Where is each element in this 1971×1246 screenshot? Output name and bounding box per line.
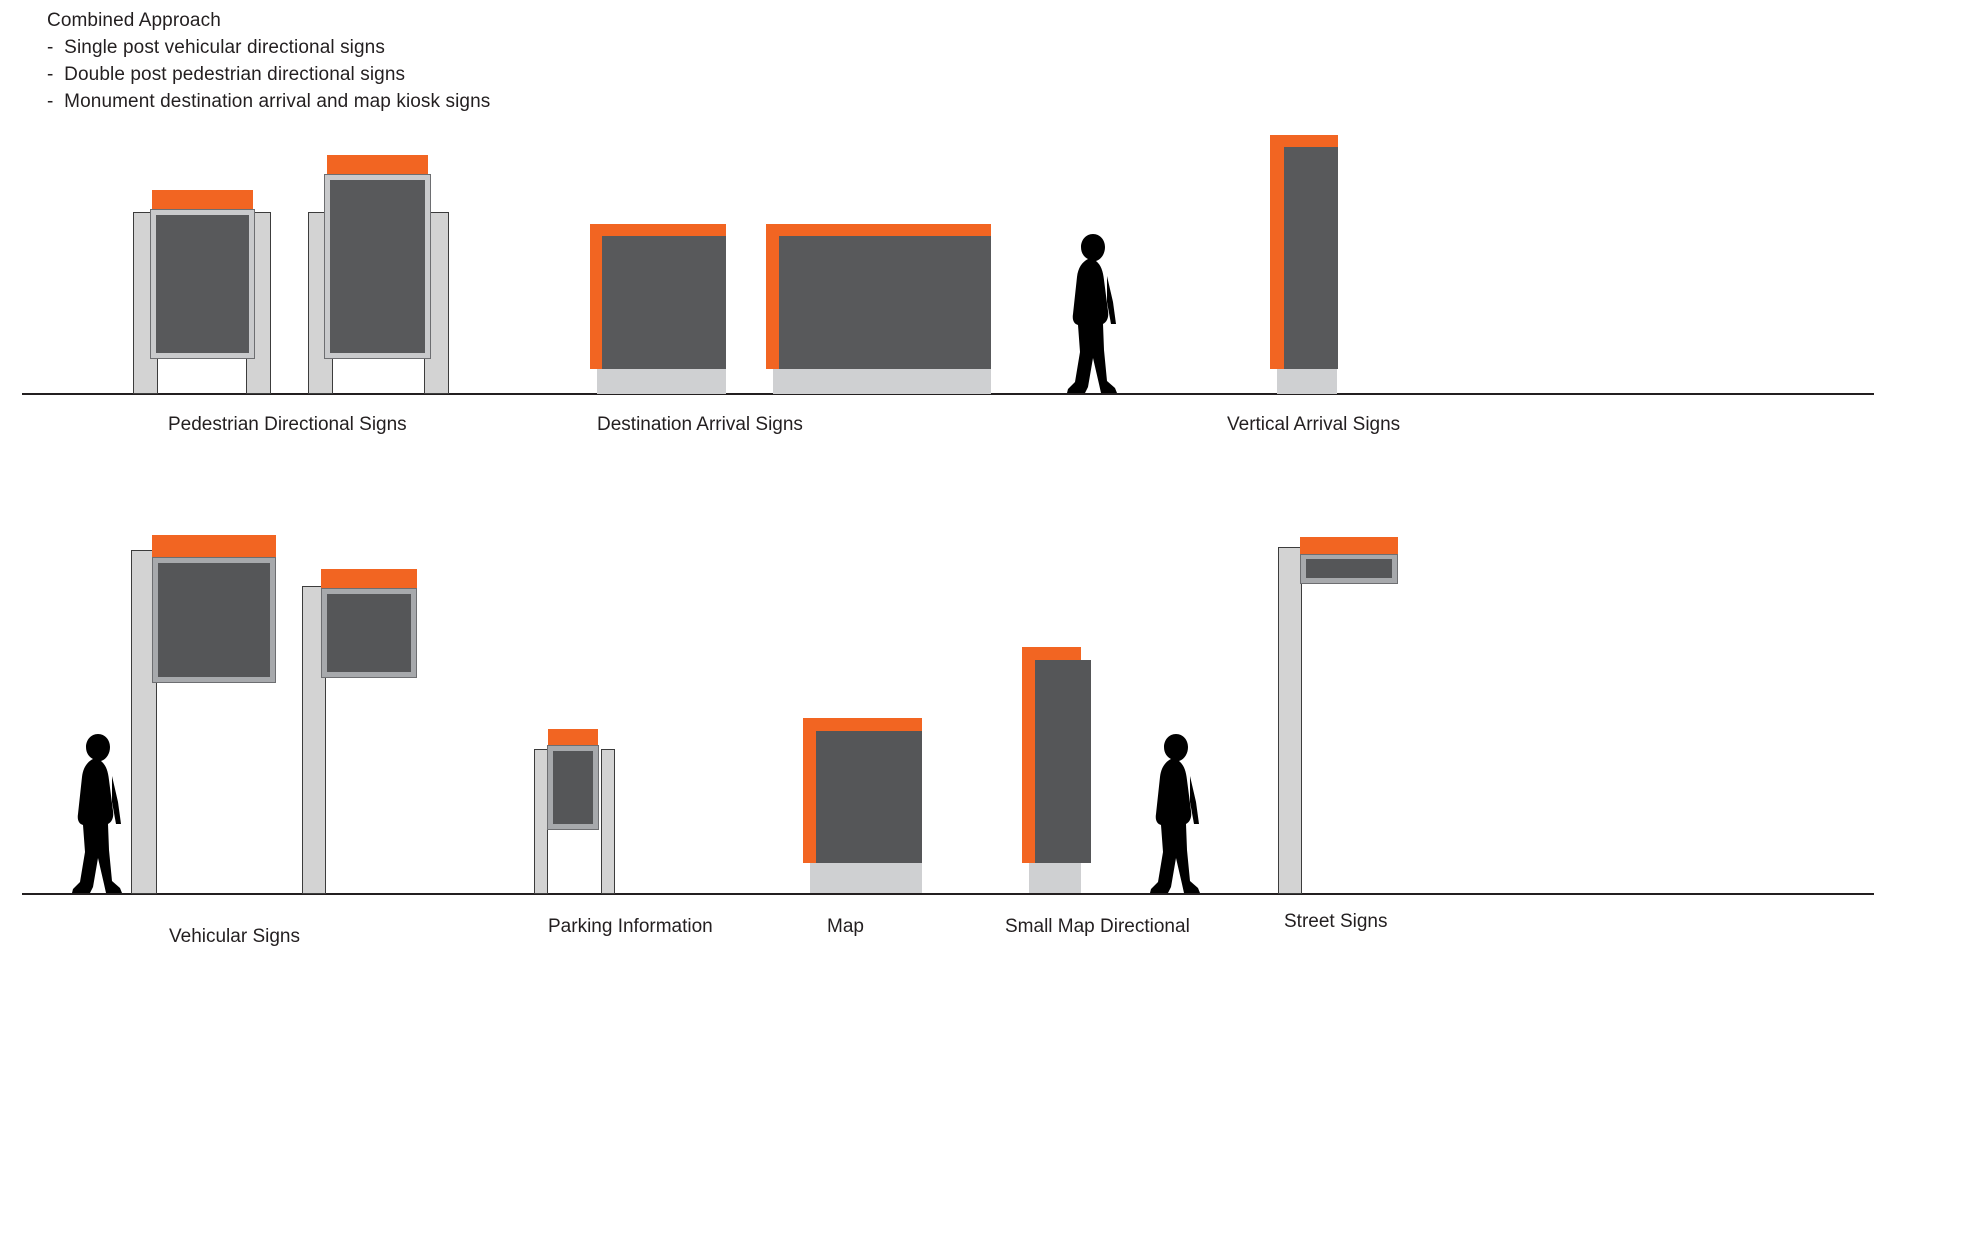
panel-face: [327, 594, 411, 672]
caption-small-map-directional: Small Map Directional: [1005, 916, 1190, 937]
orange-cap: [152, 535, 276, 559]
header-block: Combined Approach - Single post vehicula…: [47, 8, 490, 115]
panel-face: [156, 215, 249, 353]
header-bullet-1: - Single post vehicular directional sign…: [47, 37, 385, 58]
panel-face: [330, 180, 425, 353]
header-bullet-2: - Double post pedestrian directional sig…: [47, 64, 406, 85]
plinth-base: [773, 368, 991, 394]
caption-vehicular-signs: Vehicular Signs: [169, 926, 300, 947]
pedestrian-figure-lower-right: [1138, 732, 1210, 894]
caption-street-signs: Street Signs: [1284, 911, 1388, 932]
pedestrian-figure-lower: [60, 732, 132, 894]
panel-face: [158, 563, 270, 677]
blade-face: [1306, 559, 1392, 578]
post-right: [601, 749, 615, 894]
plinth-base: [810, 862, 922, 893]
header-bullet-3: - Monument destination arrival and map k…: [47, 91, 491, 112]
caption-destination-arrival-signs: Destination Arrival Signs: [597, 414, 803, 435]
pedestrian-figure-upper: [1055, 232, 1127, 394]
orange-cap: [1300, 537, 1398, 555]
signage-family-diagram: Combined Approach - Single post vehicula…: [0, 0, 1971, 1246]
orange-cap: [321, 569, 417, 590]
panel-face: [1284, 147, 1338, 369]
plinth-base: [1029, 862, 1081, 893]
panel-face: [553, 751, 593, 824]
panel-face: [816, 731, 922, 863]
post-left: [534, 749, 548, 894]
plinth-base: [1277, 368, 1337, 394]
plinth-base: [597, 368, 726, 394]
panel-face: [779, 236, 991, 369]
caption-pedestrian-directional-signs: Pedestrian Directional Signs: [168, 414, 407, 435]
caption-vertical-arrival-signs: Vertical Arrival Signs: [1227, 414, 1401, 435]
panel-face: [602, 236, 726, 369]
caption-map: Map: [827, 916, 864, 937]
post: [1278, 547, 1302, 894]
ground-line-lower: [22, 893, 1874, 895]
caption-parking-information: Parking Information: [548, 916, 713, 937]
panel-face: [1035, 660, 1091, 863]
page-title: Combined Approach: [47, 10, 221, 31]
